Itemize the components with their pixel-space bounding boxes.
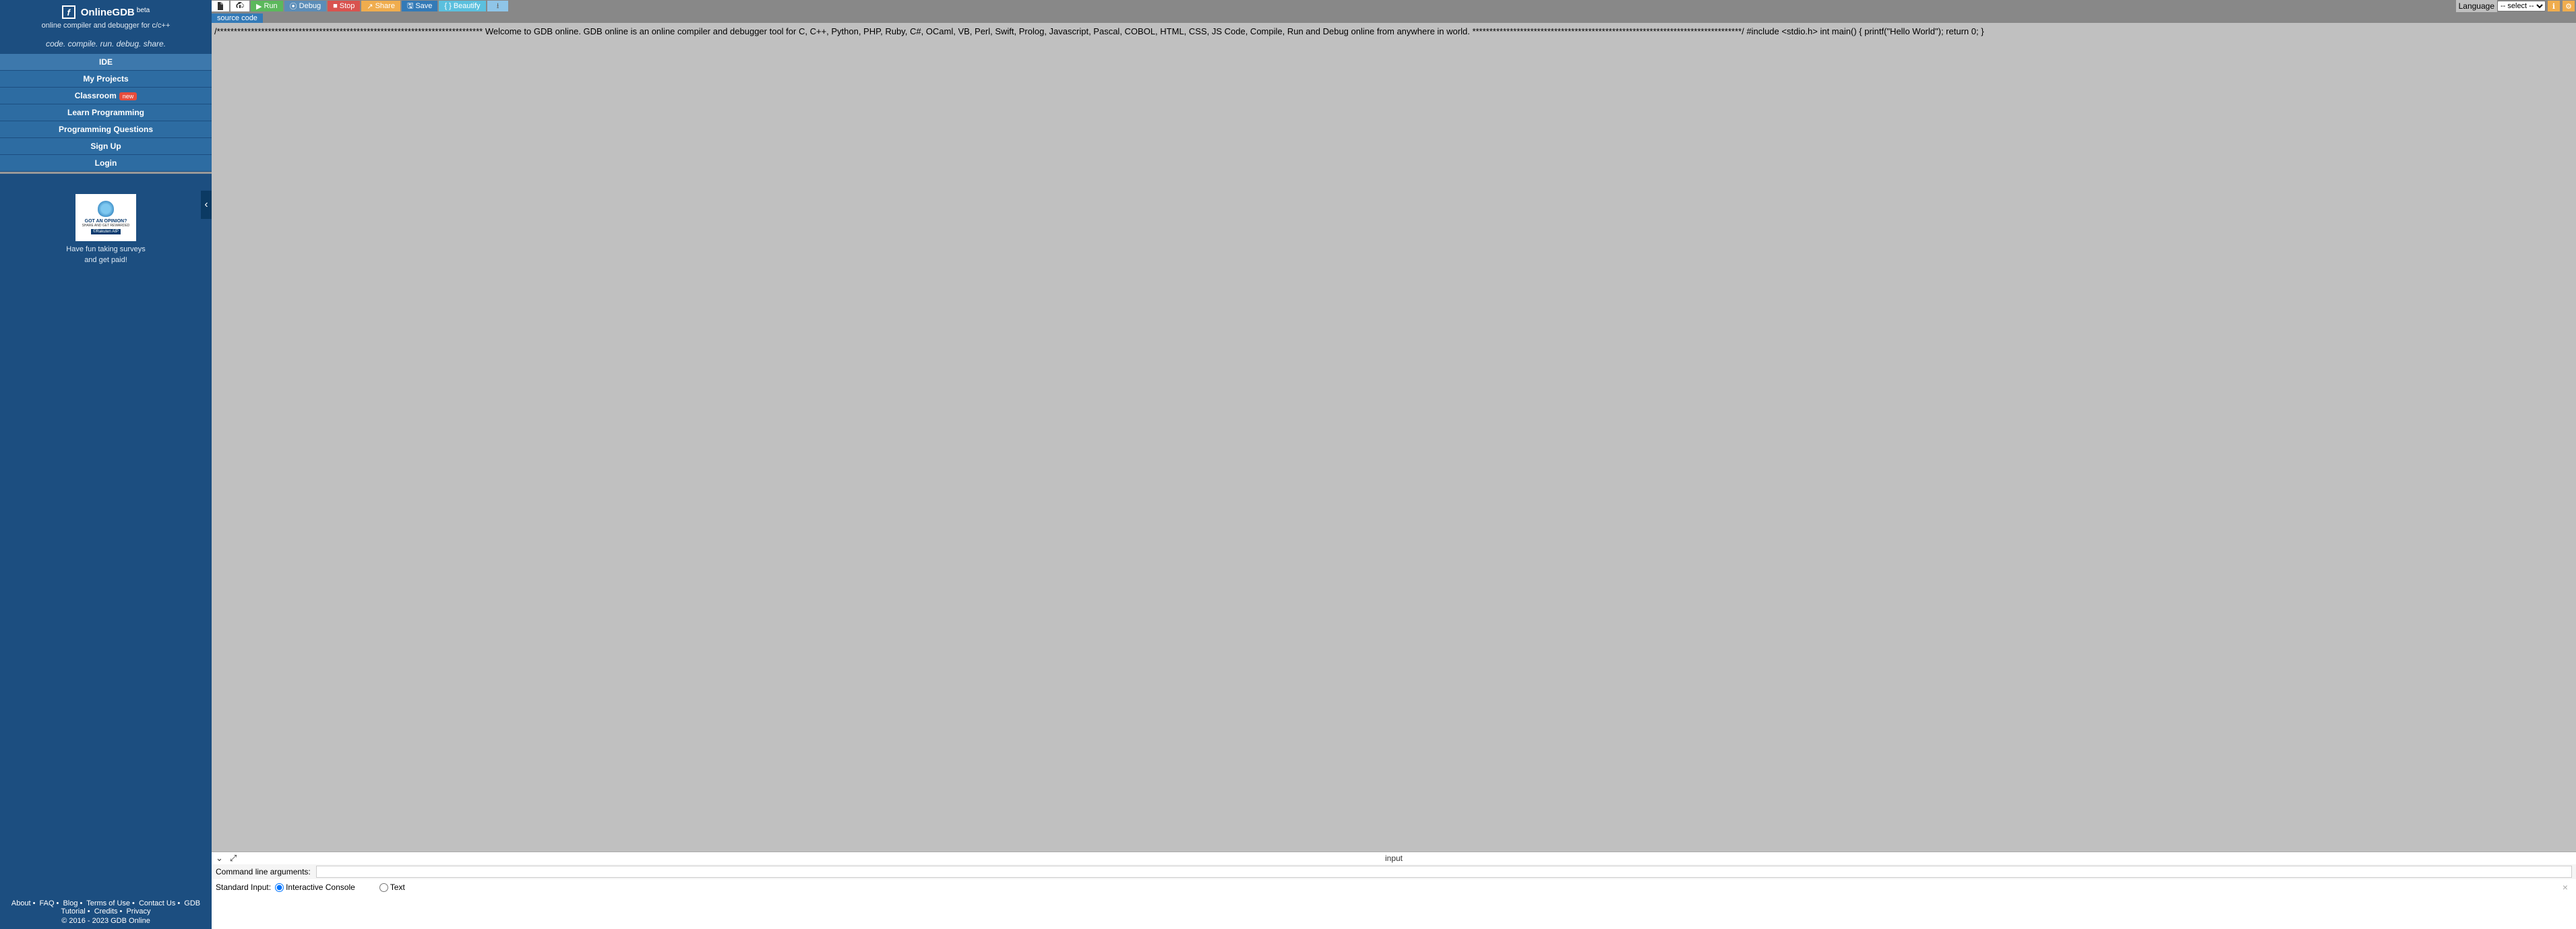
nav-label: Programming Questions: [59, 125, 153, 134]
file-icon: [217, 2, 224, 10]
main: ▶Run ⦿Debug ■Stop ↗Share 🖫Save { }Beauti…: [212, 0, 2576, 929]
footer-credits[interactable]: Credits: [94, 907, 118, 916]
radio-interactive-label: Interactive Console: [286, 883, 355, 892]
copyright: © 2016 - 2023 GDB Online: [3, 917, 209, 925]
footer-blog[interactable]: Blog: [63, 899, 78, 907]
nav-ide[interactable]: IDE: [0, 54, 212, 71]
motto: code. compile. run. debug. share.: [0, 34, 212, 54]
bulb-icon: [98, 201, 114, 217]
gear-icon: ⚙: [2565, 2, 2572, 11]
info-button[interactable]: ℹ: [2548, 1, 2560, 11]
nav-label: Login: [95, 158, 117, 168]
input-panel: ⌄ ⤢ input Command line arguments: Standa…: [212, 852, 2576, 929]
brand-name[interactable]: OnlineGDBbeta: [81, 7, 150, 18]
logo-area: f OnlineGDBbeta online compiler and debu…: [0, 0, 212, 34]
nav-programming-questions[interactable]: Programming Questions: [0, 121, 212, 138]
radio-text[interactable]: [379, 883, 388, 892]
share-button[interactable]: ↗Share: [361, 1, 400, 11]
footer-contact[interactable]: Contact Us: [139, 899, 175, 907]
nav-login[interactable]: Login: [0, 155, 212, 172]
footer: About• FAQ• Blog• Terms of Use• Contact …: [0, 895, 212, 929]
save-button[interactable]: 🖫Save: [402, 1, 437, 11]
upload-icon: [236, 2, 244, 10]
divider: [0, 172, 212, 174]
tagline: online compiler and debugger for c/c++: [0, 22, 212, 30]
input-title: input: [1385, 854, 1403, 863]
close-panel-button[interactable]: ×: [2563, 882, 2572, 893]
new-badge: new: [119, 92, 137, 100]
stop-label: Stop: [340, 2, 355, 10]
download-icon: ⭳: [497, 0, 499, 13]
tab-bar: source code: [212, 12, 2576, 23]
ad-caption2: and get paid!: [13, 256, 198, 264]
new-file-button[interactable]: [212, 1, 229, 11]
share-icon: ↗: [367, 2, 373, 11]
ad-image: GOT AN OPINION? SHARE AND GET REWARDED ©…: [75, 194, 136, 241]
radio-interactive[interactable]: [275, 883, 284, 892]
download-button[interactable]: ⭳: [487, 1, 509, 11]
radio-text-label: Text: [390, 883, 405, 892]
brand-badge: beta: [137, 7, 150, 14]
ad-line1: GOT AN OPINION?: [85, 219, 127, 224]
info-icon: ℹ: [2552, 2, 2555, 11]
footer-faq[interactable]: FAQ: [40, 899, 55, 907]
ad-line2: SHARE AND GET REWARDED: [82, 224, 130, 228]
nav-label: Learn Programming: [67, 108, 144, 117]
stdin-label: Standard Input:: [216, 883, 271, 892]
save-label: Save: [415, 2, 432, 10]
stdin-text-option[interactable]: Text: [379, 883, 405, 892]
input-header: ⌄ ⤢ input: [212, 852, 2576, 864]
ad-area[interactable]: GOT AN OPINION? SHARE AND GET REWARDED ©…: [0, 186, 212, 272]
expand-panel-button[interactable]: ⤢: [230, 853, 237, 864]
braces-icon: { }: [444, 2, 451, 10]
ad-caption1: Have fun taking surveys: [13, 245, 198, 253]
nav: IDE My Projects Classroomnew Learn Progr…: [0, 54, 212, 172]
stdin-row: Standard Input: Interactive Console Text…: [212, 879, 2576, 895]
tab-source-code[interactable]: source code: [212, 13, 263, 23]
nav-label: IDE: [99, 57, 113, 67]
stdin-interactive-option[interactable]: Interactive Console: [275, 883, 355, 892]
footer-links: About• FAQ• Blog• Terms of Use• Contact …: [3, 899, 209, 916]
beautify-button[interactable]: { }Beautify: [439, 1, 485, 11]
nav-label: Classroom: [75, 91, 117, 100]
sidebar-collapse-button[interactable]: ‹: [201, 191, 212, 219]
output-area: [212, 895, 2576, 929]
toolbar: ▶Run ⦿Debug ■Stop ↗Share 🖫Save { }Beauti…: [212, 0, 2576, 12]
debug-icon: ⦿: [290, 1, 297, 11]
nav-learn-programming[interactable]: Learn Programming: [0, 104, 212, 121]
nav-sign-up[interactable]: Sign Up: [0, 138, 212, 155]
upload-button[interactable]: [231, 1, 249, 11]
run-label: Run: [264, 2, 277, 10]
brand-text: OnlineGDB: [81, 7, 135, 18]
stop-button[interactable]: ■Stop: [328, 1, 360, 11]
run-button[interactable]: ▶Run: [251, 1, 283, 11]
code-editor[interactable]: /***************************************…: [212, 23, 2576, 852]
nav-label: Sign Up: [90, 141, 121, 151]
logo-icon: f: [62, 5, 75, 19]
footer-about[interactable]: About: [11, 899, 31, 907]
save-icon: 🖫: [407, 0, 413, 13]
language-label: Language: [2456, 0, 2497, 12]
args-input[interactable]: [316, 866, 2572, 878]
sidebar: f OnlineGDBbeta online compiler and debu…: [0, 0, 212, 929]
share-label: Share: [375, 2, 395, 10]
args-label: Command line arguments:: [216, 867, 311, 876]
footer-privacy[interactable]: Privacy: [126, 907, 150, 916]
settings-button[interactable]: ⚙: [2563, 1, 2575, 11]
debug-label: Debug: [299, 2, 321, 10]
ad-line3: ©Rakuten AIP: [91, 229, 121, 234]
nav-classroom[interactable]: Classroomnew: [0, 88, 212, 104]
footer-terms[interactable]: Terms of Use: [86, 899, 130, 907]
args-row: Command line arguments:: [212, 864, 2576, 879]
stop-icon: ■: [333, 2, 338, 10]
nav-label: My Projects: [83, 74, 128, 84]
collapse-panel-button[interactable]: ⌄: [216, 853, 223, 864]
beautify-label: Beautify: [454, 2, 481, 10]
debug-button[interactable]: ⦿Debug: [284, 1, 326, 11]
nav-my-projects[interactable]: My Projects: [0, 71, 212, 88]
play-icon: ▶: [256, 2, 262, 11]
language-select[interactable]: -- select --: [2497, 1, 2546, 11]
